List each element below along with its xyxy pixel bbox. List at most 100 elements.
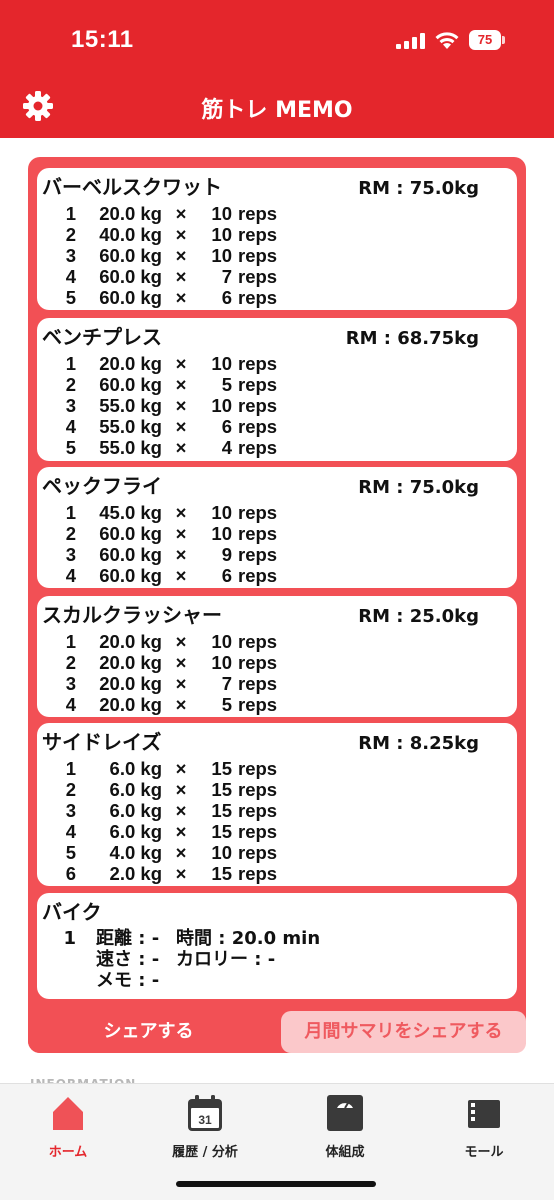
tab-label: モール [464,1145,504,1160]
exercise-name: サイドレイズ [42,730,162,754]
tab-mall[interactable]: モール [424,1092,544,1162]
exercise-card[interactable]: ペックフライ RM : 75.0kg 1 45.0 kg × 10 reps 2 60.0 kg… [37,467,517,588]
times-sign: × [175,287,187,308]
reps-unit: reps [238,544,278,565]
set-index: 4 [65,266,76,287]
times-sign: × [175,224,187,245]
set-weight: 6.0 kg [109,758,162,779]
times-sign: × [175,416,187,437]
set-weight: 20.0 kg [99,694,162,715]
set-row: 3 60.0 kg × 9 reps [60,544,277,565]
times-sign: × [175,502,187,523]
times-sign: × [175,374,187,395]
exercise-card[interactable]: バーベルスクワット RM : 75.0kg 1 20.0 kg × 10 reps 2 40.0… [37,168,517,310]
times-sign: × [175,863,187,884]
set-list: 1 20.0 kg × 10 reps 2 20.0 kg × 10 reps 3 20.0 kg × 7… [60,631,277,715]
tab-home[interactable]: ホーム [8,1092,128,1162]
set-reps: 15 [211,758,232,779]
battery-level: 75 [469,30,501,50]
set-row: 4 6.0 kg × 15 reps [60,821,277,842]
store-icon [468,1100,500,1128]
set-reps: 10 [211,631,232,652]
exercise-card[interactable]: ベンチプレス RM : 68.75kg 1 20.0 kg × 10 reps 2 60.0 k… [37,318,517,461]
status-bar: 15:11 75 [0,0,554,78]
set-reps: 5 [221,374,232,395]
set-index: 1 [65,353,76,374]
set-weight: 60.0 kg [99,565,162,586]
reps-unit: reps [238,523,278,544]
app-title: 筋トレ MEMO [201,98,353,123]
set-reps: 15 [211,821,232,842]
exercise-name: ベンチプレス [42,325,162,349]
times-sign: × [175,395,187,416]
monthly-summary-share-button[interactable]: 月間サマリをシェアする [281,1011,526,1053]
set-row: 4 55.0 kg × 6 reps [60,416,277,437]
set-weight: 6.0 kg [109,800,162,821]
set-reps: 5 [221,694,232,715]
exercise-card[interactable]: スカルクラッシャー RM : 25.0kg 1 20.0 kg × 10 reps 2 20.0… [37,596,517,717]
exercise-card[interactable]: サイドレイズ RM : 8.25kg 1 6.0 kg × 15 reps 2 6.0 kg × 1… [37,723,517,886]
set-weight: 60.0 kg [99,287,162,308]
set-list: 1 6.0 kg × 15 reps 2 6.0 kg × 15 reps 3 6.0 kg × 15 re… [60,758,277,884]
set-row: 3 60.0 kg × 10 reps [60,245,277,266]
cardio-line: 速さ : - カロリー : - [60,949,320,970]
set-index: 5 [65,437,76,458]
set-reps: 15 [211,779,232,800]
set-reps: 7 [221,673,232,694]
set-weight: 20.0 kg [99,631,162,652]
cardio-card[interactable]: バイク 1 距離 : - 時間 : 20.0 min 速さ : - カロリー :… [37,893,517,999]
set-index: 2 [65,224,76,245]
times-sign: × [175,652,187,673]
reps-unit: reps [238,779,278,800]
set-list: 1 20.0 kg × 10 reps 2 40.0 kg × 10 reps 3 60.0 kg × 1… [60,203,277,308]
tab-label: 体組成 [325,1145,365,1160]
reps-unit: reps [238,224,278,245]
status-time: 15:11 [71,26,134,53]
times-sign: × [175,245,187,266]
cardio-line: メモ : - [60,970,320,991]
set-weight: 20.0 kg [99,673,162,694]
reps-unit: reps [238,842,278,863]
cardio-memo: メモ : - [96,970,160,991]
share-button[interactable]: シェアする [28,1011,269,1053]
set-weight: 20.0 kg [99,353,162,374]
reps-unit: reps [238,266,278,287]
set-row: 6 2.0 kg × 15 reps [60,863,277,884]
times-sign: × [175,821,187,842]
reps-unit: reps [238,821,278,842]
set-weight: 60.0 kg [99,245,162,266]
set-index: 4 [65,416,76,437]
battery-icon: 75 [469,30,505,50]
set-index: 5 [65,287,76,308]
set-row: 1 45.0 kg × 10 reps [60,502,277,523]
set-row: 5 4.0 kg × 10 reps [60,842,277,863]
tab-body-composition[interactable]: 体組成 [285,1092,405,1162]
exercise-name: ペックフライ [42,474,162,498]
tab-label: 履歴 / 分析 [172,1145,238,1160]
tab-history-analysis[interactable]: 31 履歴 / 分析 [145,1092,265,1162]
set-reps: 10 [211,395,232,416]
times-sign: × [175,266,187,287]
wifi-icon [435,32,459,49]
set-row: 2 40.0 kg × 10 reps [60,224,277,245]
times-sign: × [175,565,187,586]
reps-unit: reps [238,395,278,416]
times-sign: × [175,758,187,779]
home-icon [53,1097,83,1130]
reps-unit: reps [238,800,278,821]
app-header: 筋トレ MEMO [0,78,554,138]
set-reps: 10 [211,245,232,266]
times-sign: × [175,779,187,800]
rm-value: RM : 75.0kg [358,477,479,498]
set-list: 1 45.0 kg × 10 reps 2 60.0 kg × 10 reps 3 60.0 kg × 9… [60,502,277,586]
set-weight: 4.0 kg [109,842,162,863]
times-sign: × [175,353,187,374]
set-reps: 6 [221,287,232,308]
times-sign: × [175,544,187,565]
times-sign: × [175,842,187,863]
reps-unit: reps [238,353,278,374]
home-indicator [176,1181,376,1187]
set-reps: 10 [211,224,232,245]
times-sign: × [175,203,187,224]
set-reps: 10 [211,523,232,544]
